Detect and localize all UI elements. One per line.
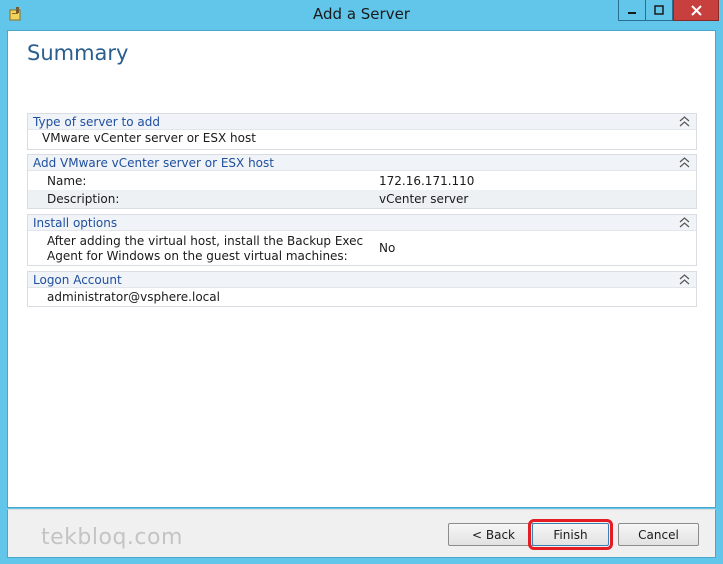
section-header[interactable]: Logon Account — [28, 272, 696, 288]
row-label-line2: Agent for Windows on the guest virtual m… — [47, 249, 348, 263]
section-header[interactable]: Type of server to add — [28, 114, 696, 130]
section-logon-account: Logon Account administrator@vsphere.loca… — [27, 271, 697, 307]
wizard-content: Summary Type of server to add VMware vCe… — [7, 30, 716, 508]
section-vmware-host: Add VMware vCenter server or ESX host Na… — [27, 154, 697, 209]
watermark: tekbloq.com — [41, 525, 183, 550]
collapse-icon[interactable] — [679, 217, 690, 228]
list-item: administrator@vsphere.local — [28, 288, 696, 306]
section-server-type: Type of server to add VMware vCenter ser… — [27, 113, 697, 150]
back-button[interactable]: < Back — [448, 523, 539, 546]
section-install-options: Install options After adding the virtual… — [27, 214, 697, 266]
row-label: administrator@vsphere.local — [47, 290, 220, 304]
list-item: VMware vCenter server or ESX host — [28, 130, 696, 148]
close-button[interactable] — [673, 0, 719, 21]
section-header-label: Type of server to add — [33, 115, 161, 129]
cancel-button[interactable]: Cancel — [618, 523, 699, 546]
section-header[interactable]: Add VMware vCenter server or ESX host — [28, 155, 696, 171]
window-title: Add a Server — [313, 5, 410, 23]
close-icon — [690, 4, 702, 16]
page-title: Summary — [27, 41, 129, 65]
row-label: Name: — [47, 174, 87, 188]
row-label: VMware vCenter server or ESX host — [42, 131, 256, 145]
section-header-label: Logon Account — [33, 273, 122, 287]
title-bar: Add a Server — [0, 0, 723, 30]
row-value: No — [379, 241, 396, 255]
section-header-label: Add VMware vCenter server or ESX host — [33, 156, 274, 170]
maximize-button[interactable] — [646, 0, 673, 21]
list-item: Name: 172.16.171.110 — [28, 171, 696, 190]
row-label: Description: — [47, 192, 120, 206]
list-item: Description: vCenter server — [28, 190, 696, 208]
row-value: vCenter server — [379, 192, 469, 206]
collapse-icon[interactable] — [679, 116, 690, 127]
maximize-icon — [654, 5, 664, 15]
row-value: 172.16.171.110 — [379, 174, 475, 188]
collapse-icon[interactable] — [679, 157, 690, 168]
collapse-icon[interactable] — [679, 274, 690, 285]
finish-button[interactable]: Finish — [528, 519, 613, 550]
minimize-icon — [628, 12, 636, 14]
wizard-footer: tekbloq.com < Back Finish Cancel — [7, 509, 716, 558]
section-header[interactable]: Install options — [28, 215, 696, 231]
list-item: After adding the virtual host, install t… — [28, 231, 696, 265]
minimize-button[interactable] — [618, 0, 646, 21]
section-header-label: Install options — [33, 216, 118, 230]
row-label-line1: After adding the virtual host, install t… — [47, 234, 364, 248]
